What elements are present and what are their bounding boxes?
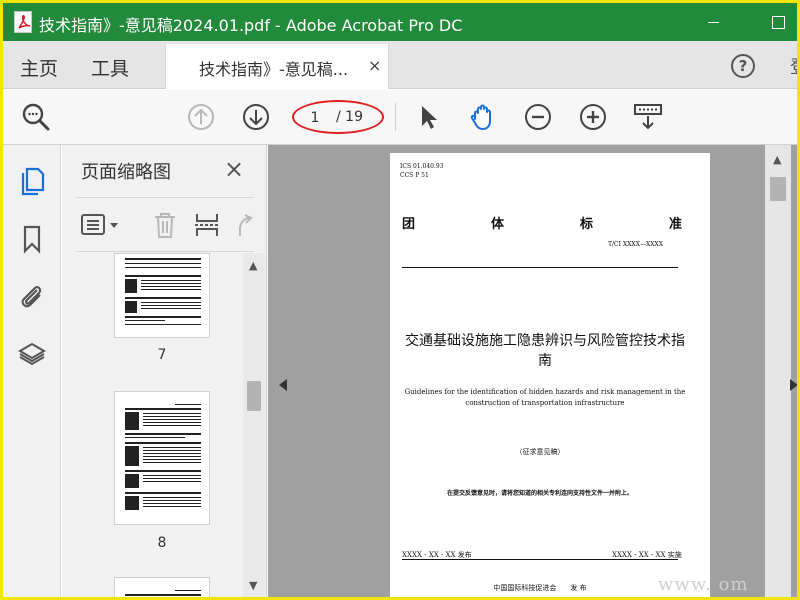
bookmark-icon[interactable] xyxy=(18,223,46,255)
header-rule xyxy=(402,267,678,268)
patent-note: 在提交反馈意见时，请将您知道的相关专利连同支持性文件一并附上。 xyxy=(446,490,633,497)
standard-code: T/CI XXXX—XXXX xyxy=(608,241,664,248)
footer-rule xyxy=(402,559,678,560)
zoom-out-icon[interactable] xyxy=(522,101,554,133)
document-scrollbar[interactable]: ▲ xyxy=(765,145,791,597)
page-navigator: / 19 xyxy=(296,105,382,131)
close-panel-icon[interactable]: × xyxy=(224,155,244,183)
thumbnail-list: 7 8 xyxy=(62,253,242,597)
scroll-up-icon[interactable]: ▲ xyxy=(773,153,781,166)
panel-title: 页面缩略图 xyxy=(81,162,171,183)
toolbar-divider xyxy=(395,103,396,131)
thumbnail-scrollbar[interactable]: ▲ ▼ xyxy=(243,253,265,597)
delete-page-icon[interactable] xyxy=(150,210,180,240)
scrollbar-thumb[interactable] xyxy=(247,381,261,411)
collapse-left-panel-icon[interactable] xyxy=(279,379,287,391)
page-thumbnail[interactable] xyxy=(114,253,210,338)
pdf-page: ICS 01.040.93 CCS P 51 团 体 标 准 T/CI XXXX… xyxy=(390,153,710,597)
tab-bar: 主页 工具 技术指南》-意见稿... × ? 登 xyxy=(3,41,797,89)
standard-type-heading: 团 体 标 准 xyxy=(402,213,682,232)
rotate-page-icon[interactable] xyxy=(230,210,260,240)
keyboard-scroll-icon[interactable] xyxy=(632,101,664,133)
toolbar: / 19 xyxy=(3,90,797,145)
standard-char: 标 xyxy=(579,217,593,232)
navigation-rail xyxy=(3,145,61,597)
tab-document[interactable]: 技术指南》-意见稿... × xyxy=(165,44,389,89)
thumbnail-page-number: 7 xyxy=(157,347,167,363)
document-viewport[interactable]: ICS 01.040.93 CCS P 51 团 体 标 准 T/CI XXXX… xyxy=(268,145,797,597)
scroll-down-icon[interactable]: ▼ xyxy=(249,579,257,592)
maximize-button[interactable] xyxy=(757,7,797,37)
document-title-cn: 交通基础设施施工隐患辨识与风险管控技术指南 xyxy=(405,333,685,369)
page-thumbnail[interactable] xyxy=(114,577,210,597)
total-pages: / 19 xyxy=(336,109,363,125)
sign-in-link[interactable]: 登 xyxy=(790,53,797,79)
hand-icon[interactable] xyxy=(467,101,499,133)
standard-char: 团 xyxy=(402,217,416,232)
app-window: 技术指南》-意见稿2024.01.pdf - Adobe Acrobat Pro… xyxy=(0,0,800,600)
title-bar: 技术指南》-意见稿2024.01.pdf - Adobe Acrobat Pro… xyxy=(3,3,797,41)
next-page-icon[interactable] xyxy=(240,101,272,133)
thumbnails-panel: 页面缩略图 × 7 8 ▲ ▼ xyxy=(62,145,267,597)
scroll-up-icon[interactable]: ▲ xyxy=(249,259,257,272)
watermark: www. om xyxy=(658,574,749,595)
document-title-en: Guidelines for the identification of hid… xyxy=(404,388,686,407)
publisher: 中国国际科技促进会 发 布 xyxy=(493,584,587,592)
document-tab-label: 技术指南》-意见稿... xyxy=(199,60,349,79)
thumbnail-page-number: 8 xyxy=(157,535,167,551)
ccs-code: CCS P 51 xyxy=(400,172,429,179)
close-tab-icon[interactable]: × xyxy=(368,56,381,75)
attachment-icon[interactable] xyxy=(18,281,46,313)
current-page-input[interactable] xyxy=(298,105,332,131)
layers-icon[interactable] xyxy=(18,339,46,371)
tab-tools[interactable]: 工具 xyxy=(91,54,129,81)
standard-char: 准 xyxy=(668,217,682,232)
help-icon[interactable]: ? xyxy=(731,54,755,78)
standard-char: 体 xyxy=(490,217,504,232)
zoom-in-icon[interactable] xyxy=(577,101,609,133)
expand-right-panel-icon[interactable] xyxy=(790,379,797,391)
select-arrow-icon[interactable] xyxy=(413,101,445,133)
minimize-button[interactable] xyxy=(693,7,733,37)
page-thumbnails-icon[interactable] xyxy=(18,165,46,197)
page-thumbnail[interactable] xyxy=(114,391,210,525)
draft-status: （征求意见稿） xyxy=(515,448,565,456)
search-icon[interactable] xyxy=(20,101,52,133)
ics-code: ICS 01.040.93 xyxy=(400,163,444,170)
thumbnail-options-icon[interactable] xyxy=(80,210,124,240)
acrobat-pdf-icon xyxy=(14,11,32,33)
scrollbar-thumb[interactable] xyxy=(770,177,786,201)
insert-page-icon[interactable] xyxy=(192,210,222,240)
prev-page-icon[interactable] xyxy=(185,101,217,133)
window-title: 技术指南》-意见稿2024.01.pdf - Adobe Acrobat Pro… xyxy=(39,16,463,35)
tab-home[interactable]: 主页 xyxy=(20,54,58,81)
panel-toolbar xyxy=(76,197,254,252)
